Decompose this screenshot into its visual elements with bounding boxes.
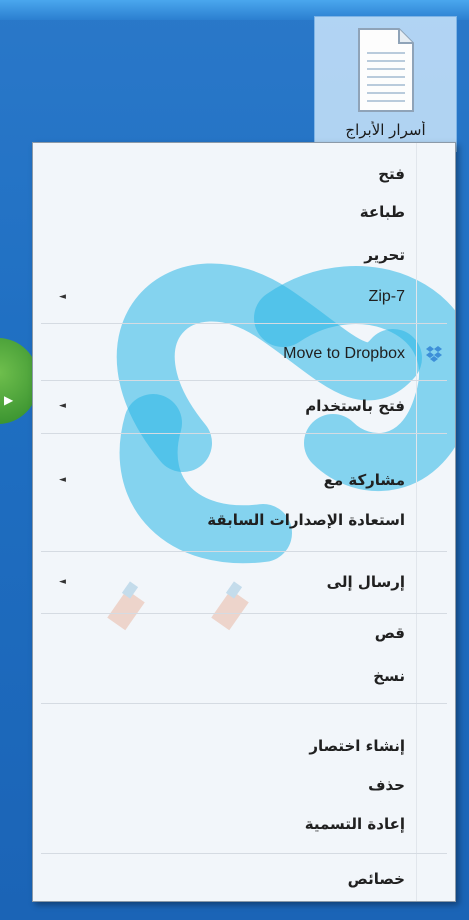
desktop-file-icon[interactable]: أسرار الأبراج [314,16,457,152]
menu-item-label: خصائص [347,870,405,888]
context-menu: فتح طباعة تحرير Zip-7 ◄ Move to Dropbox … [32,142,456,902]
menu-item-label: Zip-7 [368,288,405,305]
menu-item-label: طباعة [359,203,405,221]
menu-item-move-to-dropbox[interactable]: Move to Dropbox [33,339,455,369]
menu-item-open[interactable]: فتح [33,159,455,189]
menu-item-print[interactable]: طباعة [33,197,455,227]
menu-item-label: إرسال إلى [326,573,405,591]
menu-separator [41,380,447,381]
menu-item-label: حذف [368,776,405,794]
menu-item-label: إنشاء اختصار [309,737,405,755]
menu-separator [41,703,447,704]
menu-item-label: مشاركة مع [323,471,405,489]
menu-item-label: فتح [378,165,405,183]
menu-item-delete[interactable]: حذف [33,770,455,800]
menu-item-rename[interactable]: إعادة التسمية [33,809,455,839]
desktop-arrow-icon: ▶ [4,393,14,407]
submenu-arrow-icon: ◄ [59,577,66,587]
text-document-icon [358,28,414,112]
menu-item-label: تحرير [364,246,405,264]
submenu-arrow-icon: ◄ [59,292,66,302]
menu-separator [41,551,447,552]
dropbox-icon [426,346,442,362]
menu-item-create-shortcut[interactable]: إنشاء اختصار [33,731,455,761]
menu-separator [41,613,447,614]
menu-item-label: نسخ [373,667,405,685]
menu-item-label: إعادة التسمية [304,815,405,833]
menu-item-label: Move to Dropbox [283,345,405,362]
menu-item-send-to[interactable]: إرسال إلى ◄ [33,567,455,597]
menu-item-label: فتح باستخدام [305,397,405,415]
desktop-file-label: أسرار الأبراج [345,121,426,139]
menu-item-label: قص [374,624,405,642]
menu-separator [41,323,447,324]
menu-item-copy[interactable]: نسخ [33,661,455,691]
menu-item-edit[interactable]: تحرير [33,240,455,270]
menu-item-restore-previous-versions[interactable]: استعادة الإصدارات السابقة [33,505,455,535]
menu-item-open-with[interactable]: فتح باستخدام ◄ [33,391,455,421]
menu-separator [41,433,447,434]
menu-item-properties[interactable]: خصائص [33,864,455,894]
submenu-arrow-icon: ◄ [59,475,66,485]
submenu-arrow-icon: ◄ [59,401,66,411]
menu-separator [41,853,447,854]
menu-item-share-with[interactable]: مشاركة مع ◄ [33,465,455,495]
menu-item-label: استعادة الإصدارات السابقة [207,511,405,529]
menu-item-cut[interactable]: قص [33,618,455,648]
menu-item-7zip[interactable]: Zip-7 ◄ [33,282,455,312]
